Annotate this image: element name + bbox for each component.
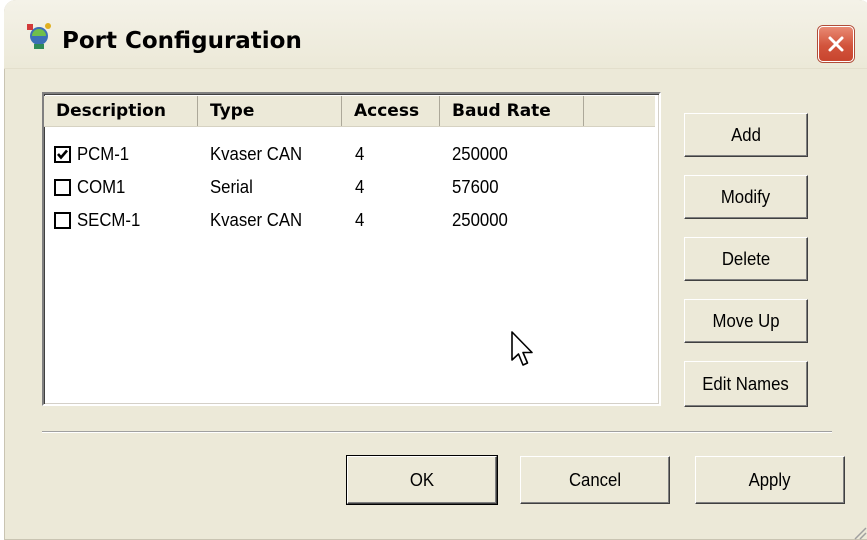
cancel-button-label: Cancel: [568, 469, 622, 490]
baud-rate-cell: 250000: [452, 210, 508, 230]
close-icon: [828, 36, 844, 52]
edit-names-button[interactable]: Edit Names: [684, 361, 808, 407]
port-config-icon: [27, 23, 51, 49]
delete-button[interactable]: Delete: [684, 237, 808, 281]
add-button-label: Add: [731, 124, 761, 145]
access-cell: 4: [355, 210, 365, 230]
apply-button[interactable]: Apply: [695, 456, 845, 504]
column-header-type[interactable]: Type: [198, 96, 342, 126]
column-header-description[interactable]: Description: [44, 96, 198, 126]
modify-button-label: Modify: [721, 186, 771, 207]
title-bar: Port Configuration: [4, 0, 867, 69]
move-up-button[interactable]: Move Up: [684, 299, 808, 343]
port-list[interactable]: Description Type Access Baud Rate PCM-1 …: [42, 92, 661, 406]
row-checkbox[interactable]: [54, 212, 71, 229]
close-button[interactable]: [818, 26, 854, 62]
mouse-pointer-icon: [511, 331, 533, 366]
access-cell: 4: [355, 177, 365, 197]
delete-button-label: Delete: [721, 248, 771, 269]
type-cell: Kvaser CAN: [210, 144, 303, 164]
footer-divider: [42, 431, 832, 433]
type-cell: Kvaser CAN: [210, 210, 303, 230]
baud-rate-cell: 250000: [452, 144, 508, 164]
baud-rate-cell: 57600: [452, 177, 499, 197]
dialog-title: Port Configuration: [62, 28, 302, 54]
column-header-baud-rate[interactable]: Baud Rate: [440, 96, 584, 126]
add-button[interactable]: Add: [684, 113, 808, 157]
resize-grip-icon[interactable]: [847, 520, 867, 540]
access-cell: 4: [355, 144, 365, 164]
type-cell: Serial: [210, 177, 253, 197]
row-checkbox[interactable]: [54, 146, 71, 163]
column-header-access[interactable]: Access: [342, 96, 440, 126]
ok-button[interactable]: OK: [347, 456, 497, 504]
row-checkbox[interactable]: [54, 179, 71, 196]
description-cell: SECM-1: [77, 210, 141, 230]
apply-button-label: Apply: [749, 469, 791, 490]
modify-button[interactable]: Modify: [684, 175, 808, 219]
edit-names-button-label: Edit Names: [702, 373, 790, 394]
description-cell: PCM-1: [77, 144, 130, 164]
move-up-button-label: Move Up: [712, 310, 780, 331]
cancel-button[interactable]: Cancel: [520, 456, 670, 504]
description-cell: COM1: [77, 177, 126, 197]
checkmark-icon: [57, 149, 68, 160]
port-configuration-dialog: Port Configuration Description Type Acce…: [4, 0, 867, 540]
ok-button-label: OK: [409, 469, 435, 490]
